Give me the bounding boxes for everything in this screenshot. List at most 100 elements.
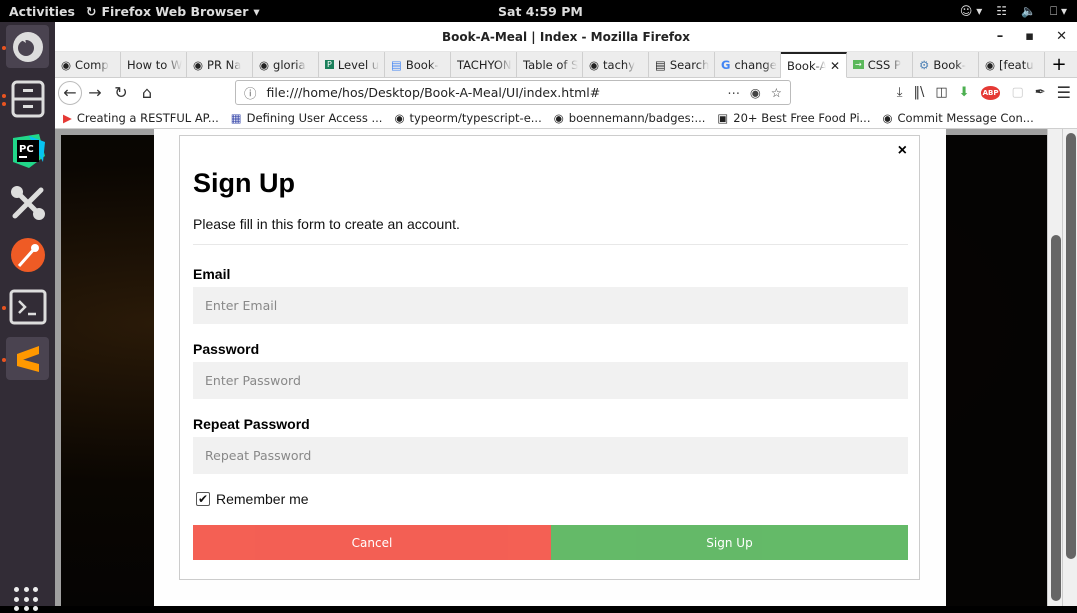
app-menu[interactable]: ↻ Firefox Web Browser ▾	[86, 4, 260, 19]
modal-scrollbar[interactable]	[1062, 129, 1077, 606]
remember-me-row: ✔ Remember me	[196, 491, 309, 507]
page-scrollbar[interactable]	[1047, 129, 1062, 606]
page-content: × Sign Up Please fill in this form to cr…	[55, 129, 1047, 606]
download-helper-icon[interactable]: ⬇	[959, 85, 970, 100]
window-title: Book-A-Meal | Index - Mozilla Firefox	[441, 29, 691, 44]
tab[interactable]: ◉ gloria	[253, 52, 319, 77]
bookmark-item[interactable]: ◉ Commit Message Con...	[882, 111, 1033, 125]
dock-terminal[interactable]	[6, 285, 49, 328]
tab[interactable]: → CSS P	[847, 52, 913, 77]
downloads-icon[interactable]: ⤓	[897, 85, 903, 100]
dock-postman[interactable]	[6, 233, 49, 276]
menu-icon[interactable]: ☰	[1057, 83, 1071, 102]
bookmark-item[interactable]: ◉ boennemann/badges:...	[554, 111, 706, 125]
bookmark-star-icon[interactable]: ☆	[771, 85, 782, 100]
bookmark-item[interactable]: ▦ Defining User Access ...	[231, 111, 383, 125]
chevron-down-icon: ▾	[253, 3, 260, 19]
github-icon: ◉	[985, 57, 996, 72]
tab[interactable]: ◉ tachy	[583, 52, 649, 77]
dock-sublime[interactable]	[6, 337, 49, 380]
clock[interactable]: Sat 4:59 PM	[498, 4, 583, 19]
navigation-bar: ← → ↻ ⌂ ⓘ file:///home/hos/Desktop/Book-…	[55, 78, 1077, 107]
sidebar-icon[interactable]: ◫	[935, 85, 947, 100]
dock-tools[interactable]	[6, 181, 49, 224]
github-icon: ◉	[589, 57, 600, 72]
url-bar[interactable]: ⓘ file:///home/hos/Desktop/Book-A-Meal/U…	[235, 80, 791, 105]
tab[interactable]: ◉ Comp	[55, 52, 121, 77]
bookmark-item[interactable]: ◉ typeorm/typescript-e...	[394, 111, 541, 125]
page-scrollbar-thumb[interactable]	[1051, 235, 1061, 601]
github-icon: ◉	[61, 57, 72, 72]
close-tab-icon[interactable]: ✕	[830, 59, 840, 73]
firefox-icon: ↻	[86, 3, 97, 19]
dock-files[interactable]	[6, 77, 49, 120]
github-icon: ◉	[553, 110, 564, 125]
page-icon: ▦	[230, 110, 242, 125]
system-top-bar: Activities ↻ Firefox Web Browser ▾ Sat 4…	[0, 0, 1077, 22]
show-applications-button[interactable]	[14, 587, 40, 613]
info-icon[interactable]: ⓘ	[244, 83, 257, 102]
home-button[interactable]: ⌂	[134, 80, 160, 106]
reload-button[interactable]: ↻	[108, 80, 134, 106]
password-label: Password	[193, 341, 260, 357]
tab[interactable]: P Level u	[319, 52, 385, 77]
password-field[interactable]	[193, 362, 908, 399]
tab[interactable]: Table of S	[517, 52, 583, 77]
tab-bar: ◉ Comp How to W ◉ PR Na ◉ gloria P Level u ▤…	[55, 52, 1077, 78]
minimize-button[interactable]: –	[997, 29, 1004, 44]
pocket-icon[interactable]: ◉	[750, 85, 761, 100]
bookmark-item[interactable]: ▣ 20+ Best Free Food Pi...	[717, 111, 870, 125]
pluralsight-icon: P	[325, 60, 334, 69]
tab[interactable]: ⚙ Book-	[913, 52, 979, 77]
system-tray[interactable]: ☺ ▾ ☷ 🔈 ⎕ ▾	[960, 4, 1067, 19]
tab[interactable]: TACHYON	[451, 52, 517, 77]
network-icon: ☷	[996, 4, 1007, 18]
tab[interactable]: Gchange	[715, 52, 781, 77]
color-picker-icon[interactable]: ✒	[1035, 85, 1046, 100]
bookmark-item[interactable]: ▶ Creating a RESTFUL AP...	[63, 111, 219, 125]
form-buttons: Cancel Sign Up	[193, 525, 908, 560]
activities-button[interactable]: Activities	[9, 4, 75, 19]
battery-icon: ⎕ ▾	[1049, 3, 1067, 18]
close-modal-button[interactable]: ×	[898, 142, 907, 160]
tab[interactable]: How to W	[121, 52, 187, 77]
forward-button[interactable]: →	[82, 80, 108, 106]
dock-pycharm[interactable]: PC	[6, 129, 49, 172]
firefox-icon	[12, 31, 43, 62]
tab[interactable]: ◉ [featu	[979, 52, 1045, 77]
accessibility-icon[interactable]: ☺ ▾	[960, 4, 982, 18]
page-actions-icon[interactable]: ⋯	[727, 85, 740, 100]
dock-firefox[interactable]	[6, 25, 49, 68]
volume-icon: 🔈	[1021, 4, 1036, 18]
file-cabinet-icon	[11, 80, 44, 117]
email-label: Email	[193, 266, 231, 282]
dock: PC	[0, 22, 55, 612]
divider	[193, 244, 908, 245]
adblock-icon[interactable]: ABP	[980, 85, 1001, 100]
cancel-button[interactable]: Cancel	[193, 525, 551, 560]
repeat-password-field[interactable]	[193, 437, 908, 474]
repeat-password-label: Repeat Password	[193, 416, 310, 432]
tab-active[interactable]: Book-A ✕	[781, 52, 847, 78]
tab[interactable]: ◉ PR Na	[187, 52, 253, 77]
postman-icon	[10, 237, 45, 272]
firefox-window: Book-A-Meal | Index - Mozilla Firefox – …	[55, 22, 1077, 606]
remember-me-checkbox[interactable]: ✔	[196, 492, 210, 506]
new-tab-button[interactable]: +	[1045, 52, 1073, 77]
library-icon[interactable]: ‖\	[913, 85, 924, 100]
form-title: Sign Up	[193, 168, 295, 198]
close-window-button[interactable]: ✕	[1056, 29, 1067, 44]
tab[interactable]: ▤ Book-	[385, 52, 451, 77]
back-button[interactable]: ←	[58, 80, 82, 105]
modal-scrollbar-thumb[interactable]	[1066, 133, 1076, 559]
github-icon: ◉	[882, 110, 893, 125]
reader-icon: ▤	[655, 57, 666, 72]
maximize-button[interactable]: ▪	[1025, 29, 1034, 44]
tab[interactable]: ▤ Search	[649, 52, 715, 77]
window-titlebar: Book-A-Meal | Index - Mozilla Firefox – …	[55, 22, 1077, 52]
email-field[interactable]	[193, 287, 908, 324]
docs-icon: ▤	[391, 57, 402, 72]
toolbar-right: ⤓ ‖\ ◫ ⬇ ABP ▢ ✒ ☰	[897, 80, 1071, 105]
extension-icon[interactable]: ▢	[1011, 85, 1023, 100]
signup-button[interactable]: Sign Up	[551, 525, 908, 560]
